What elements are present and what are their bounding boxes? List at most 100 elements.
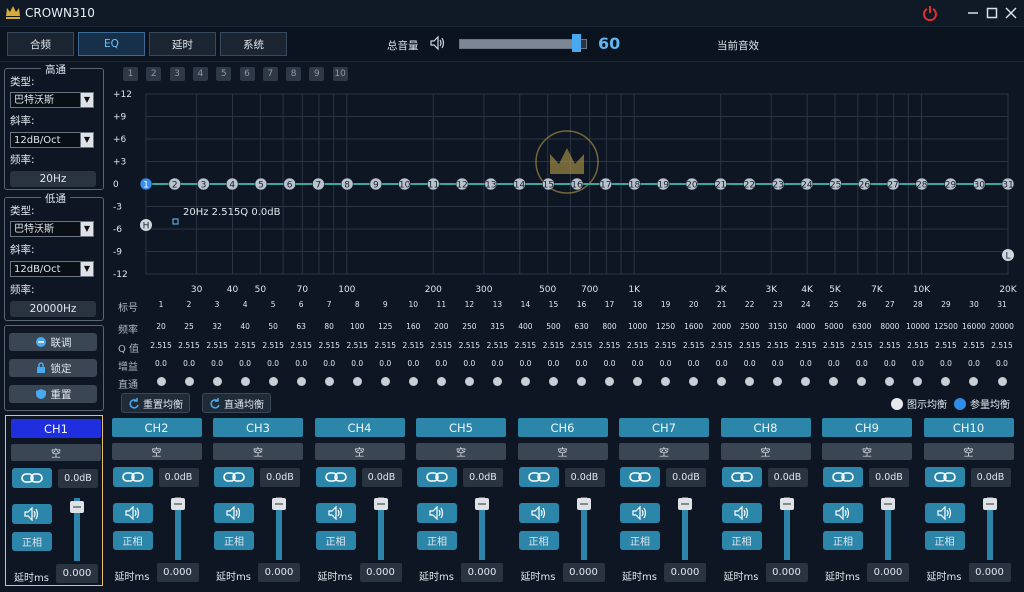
- band-freq[interactable]: 4000: [793, 322, 819, 331]
- band-q[interactable]: 2.515: [484, 341, 510, 350]
- graphic-eq-radio[interactable]: 图示均衡: [891, 396, 947, 411]
- band-gain[interactable]: 0.0: [905, 359, 931, 368]
- channel-slot-button[interactable]: 空: [111, 443, 202, 460]
- channel-gain-input[interactable]: 0.0dB: [361, 468, 402, 487]
- channel-link-button[interactable]: [518, 467, 559, 487]
- band-gain[interactable]: 0.0: [428, 359, 454, 368]
- band-q[interactable]: 2.515: [961, 341, 987, 350]
- band-q[interactable]: 2.515: [456, 341, 482, 350]
- channel-mute-button[interactable]: [12, 504, 52, 524]
- lock-button[interactable]: 锁定: [9, 359, 97, 377]
- channel-mute-button[interactable]: [924, 503, 965, 523]
- channel-mute-button[interactable]: [518, 503, 559, 523]
- band-q[interactable]: 2.515: [569, 341, 595, 350]
- channel-link-button[interactable]: [112, 467, 153, 487]
- band-freq[interactable]: 315: [484, 322, 510, 331]
- channel-gain-input[interactable]: 0.0dB: [564, 468, 605, 487]
- master-volume-thumb[interactable]: [572, 34, 582, 52]
- band-freq[interactable]: 10000: [905, 322, 931, 331]
- band-q[interactable]: 2.515: [540, 341, 566, 350]
- band-gain[interactable]: 0.0: [597, 359, 623, 368]
- channel-name-button[interactable]: CH6: [517, 418, 608, 437]
- channel-delay-input[interactable]: 0.000: [56, 564, 98, 583]
- bypass-toggle[interactable]: [212, 377, 222, 386]
- preset-button-3[interactable]: 3: [169, 67, 185, 81]
- channel-delay-input[interactable]: 0.000: [968, 563, 1011, 582]
- band-q[interactable]: 2.515: [681, 341, 707, 350]
- band-gain[interactable]: 0.0: [288, 359, 314, 368]
- channel-link-button[interactable]: [823, 467, 863, 487]
- band-freq[interactable]: 1000: [625, 322, 651, 331]
- channel-slot-button[interactable]: 空: [314, 443, 405, 460]
- channel-name-button[interactable]: CH3: [213, 418, 303, 437]
- band-gain[interactable]: 0.0: [765, 359, 791, 368]
- band-gain[interactable]: 0.0: [933, 359, 959, 368]
- channel-delay-input[interactable]: 0.000: [562, 563, 605, 582]
- channel-name-button[interactable]: CH9: [822, 418, 912, 437]
- channel-link-button[interactable]: [721, 467, 762, 487]
- bypass-eq-button[interactable]: 直通均衡: [202, 393, 271, 413]
- band-gain[interactable]: 0.0: [540, 359, 566, 368]
- channel-fader-thumb[interactable]: [576, 498, 591, 510]
- bypass-toggle[interactable]: [408, 377, 418, 386]
- channel-slot-button[interactable]: 空: [923, 443, 1014, 460]
- master-volume-slider[interactable]: [459, 39, 587, 49]
- tab-delay[interactable]: 延时: [149, 32, 216, 56]
- close-icon[interactable]: [1002, 4, 1020, 22]
- bypass-toggle[interactable]: [324, 377, 334, 386]
- bypass-toggle[interactable]: [605, 377, 615, 386]
- channel-link-button[interactable]: [315, 467, 356, 487]
- channel-gain-input[interactable]: 0.0dB: [463, 468, 503, 487]
- channel-name-button[interactable]: CH2: [111, 418, 202, 437]
- channel-slot-button[interactable]: 空: [619, 443, 709, 460]
- channel-phase-button[interactable]: 正相: [518, 531, 559, 550]
- bypass-toggle[interactable]: [156, 377, 166, 386]
- band-gain[interactable]: 0.0: [372, 359, 398, 368]
- channel-phase-button[interactable]: 正相: [12, 532, 52, 551]
- channel-mute-button[interactable]: [823, 503, 863, 523]
- bypass-toggle[interactable]: [352, 377, 362, 386]
- channel-name-button[interactable]: CH4: [314, 418, 405, 437]
- bypass-toggle[interactable]: [801, 377, 811, 386]
- channel-link-button[interactable]: [620, 467, 660, 487]
- bypass-toggle[interactable]: [577, 377, 586, 386]
- band-freq[interactable]: 100: [344, 322, 370, 331]
- channel-fader-thumb[interactable]: [982, 498, 997, 510]
- channel-slot-button[interactable]: 空: [416, 443, 506, 460]
- channel-fader-thumb[interactable]: [779, 498, 794, 510]
- band-q[interactable]: 2.515: [316, 341, 342, 350]
- highpass-type-select[interactable]: 巴特沃斯 ▼: [10, 92, 94, 108]
- band-q[interactable]: 2.515: [765, 341, 791, 350]
- band-gain[interactable]: 0.0: [653, 359, 679, 368]
- parametric-eq-radio[interactable]: 参量均衡: [954, 396, 1010, 411]
- band-q[interactable]: 2.515: [989, 341, 1015, 350]
- channel-link-button[interactable]: [214, 467, 254, 487]
- band-q[interactable]: 2.515: [400, 341, 426, 350]
- band-freq[interactable]: 50: [260, 322, 286, 331]
- band-gain[interactable]: 0.0: [316, 359, 342, 368]
- channel-mute-button[interactable]: [112, 503, 153, 523]
- preset-button-9[interactable]: 9: [309, 67, 325, 81]
- preset-button-8[interactable]: 8: [286, 67, 302, 81]
- band-freq[interactable]: 80: [316, 322, 342, 331]
- channel-gain-input[interactable]: 0.0dB: [767, 468, 808, 487]
- band-q[interactable]: 2.515: [597, 341, 623, 350]
- band-gain[interactable]: 0.0: [569, 359, 595, 368]
- reset-eq-button[interactable]: 重置均衡: [121, 393, 190, 413]
- band-gain[interactable]: 0.0: [709, 359, 735, 368]
- bypass-toggle[interactable]: [745, 377, 755, 386]
- bypass-toggle[interactable]: [520, 377, 530, 386]
- band-freq[interactable]: 12500: [933, 322, 959, 331]
- bypass-toggle[interactable]: [240, 377, 250, 386]
- bypass-toggle[interactable]: [773, 377, 783, 386]
- bypass-toggle[interactable]: [492, 377, 502, 386]
- band-freq[interactable]: 250: [456, 322, 482, 331]
- lowpass-type-select[interactable]: 巴特沃斯 ▼: [10, 221, 94, 237]
- band-q[interactable]: 2.515: [793, 341, 819, 350]
- speaker-icon[interactable]: [429, 34, 447, 55]
- channel-phase-button[interactable]: 正相: [315, 531, 356, 550]
- band-q[interactable]: 2.515: [148, 341, 174, 350]
- bypass-toggle[interactable]: [829, 377, 839, 386]
- channel-gain-input[interactable]: 0.0dB: [260, 468, 300, 487]
- channel-delay-input[interactable]: 0.000: [867, 563, 909, 582]
